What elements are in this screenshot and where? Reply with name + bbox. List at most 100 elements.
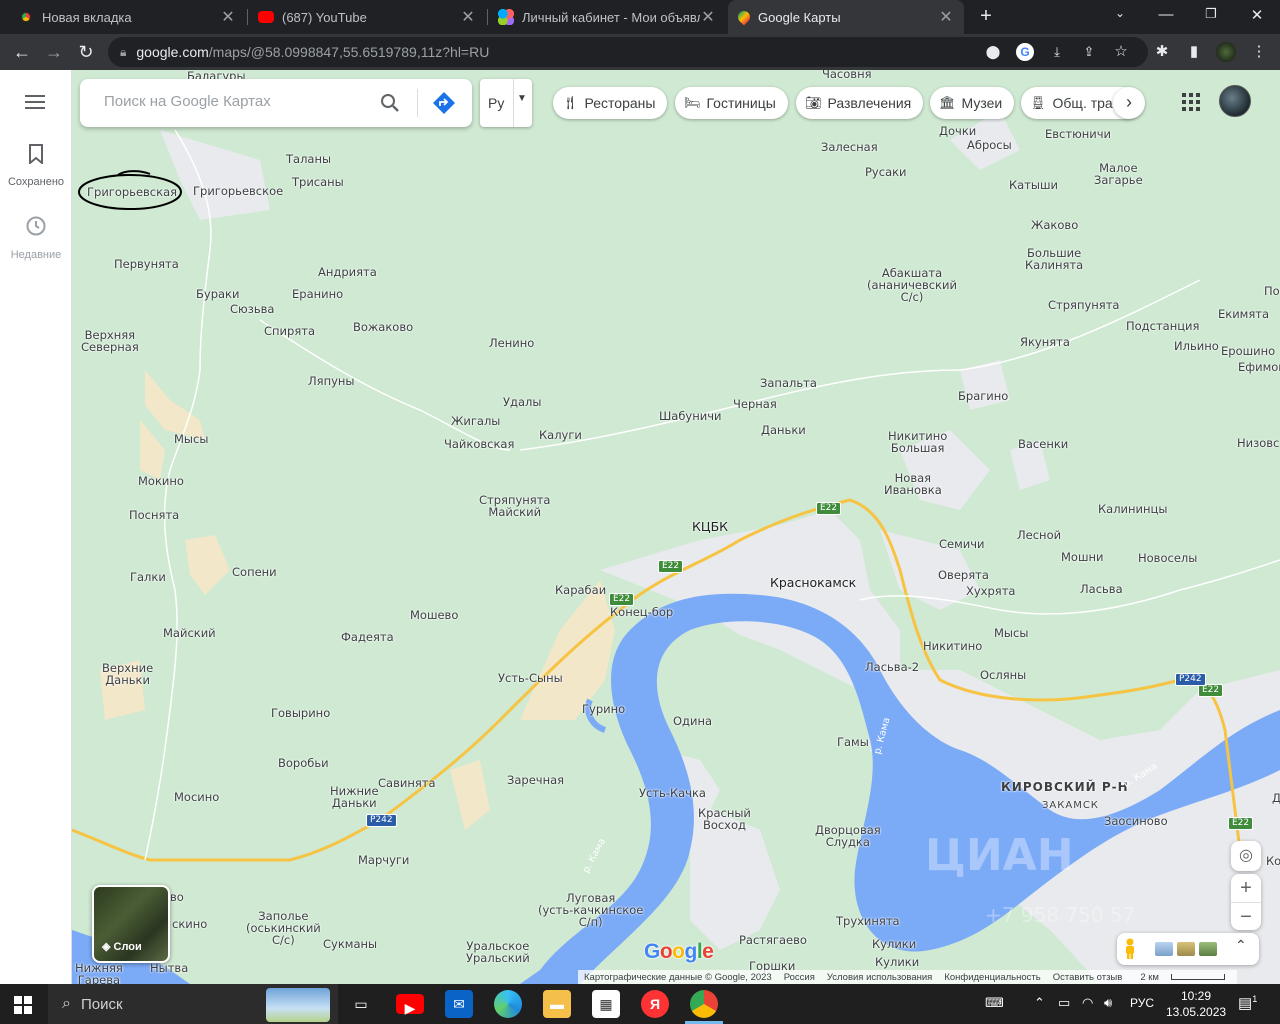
place-label[interactable]: Мошево <box>410 609 458 621</box>
place-label[interactable]: Екимята <box>1218 308 1269 320</box>
chip-restaurants[interactable]: 🍴︎ Рестораны <box>553 87 668 119</box>
place-label[interactable]: Сюзьва <box>230 303 274 315</box>
place-label[interactable]: Ласьва <box>1080 583 1123 595</box>
place-label[interactable]: Чайковская <box>444 438 514 450</box>
layers-button[interactable]: ◈ Слои <box>92 885 170 963</box>
place-label[interactable]: Жигалы <box>451 415 500 427</box>
place-label[interactable]: Часовня <box>822 70 872 80</box>
wifi-icon[interactable]: ◠ <box>1082 995 1093 1011</box>
yandex-icon[interactable]: Я <box>641 990 669 1018</box>
place-label[interactable]: Заречная <box>507 774 564 786</box>
zoom-in-button[interactable]: + <box>1231 874 1261 902</box>
place-label[interactable]: Трисаны <box>292 176 344 188</box>
place-label[interactable]: Новоселы <box>1138 552 1197 564</box>
zoom-out-button[interactable]: − <box>1231 902 1261 930</box>
close-window-icon[interactable]: ✕ <box>1247 6 1267 24</box>
place-label[interactable]: Мысы <box>994 627 1028 639</box>
forward-icon[interactable]: → <box>43 41 65 63</box>
place-label[interactable]: Верхняя Северная <box>81 329 139 353</box>
place-label[interactable]: Жаково <box>1031 219 1078 231</box>
district-label[interactable]: ЗАКАМСК <box>1042 800 1099 812</box>
close-icon[interactable]: ✕ <box>938 7 954 27</box>
place-label[interactable]: Калуги <box>539 429 582 441</box>
back-icon[interactable]: ← <box>11 41 33 63</box>
youtube-icon[interactable]: ▶ <box>396 994 424 1016</box>
place-label[interactable]: Усть-Качка <box>639 787 706 799</box>
place-label[interactable]: Малое Загарье <box>1094 162 1143 186</box>
minimize-icon[interactable]: — <box>1156 6 1176 23</box>
place-label[interactable]: Абакшата (ананичевский С/с) <box>867 267 957 303</box>
place-label[interactable]: Таланы <box>286 153 331 165</box>
place-label[interactable]: Евстюничи <box>1045 128 1111 140</box>
address-bar[interactable]: 🔒︎ google.com/maps/@58.0998847,55.651978… <box>108 37 1148 67</box>
place-label[interactable]: Запальта <box>760 377 817 389</box>
side-panel-icon[interactable]: ▮ <box>1184 42 1204 62</box>
place-label[interactable]: Бураки <box>196 288 239 300</box>
district-label[interactable]: КИРОВСКИЙ Р-Н <box>1001 781 1129 793</box>
place-label[interactable]: Одина <box>673 715 712 727</box>
place-label[interactable]: Якунята <box>1020 336 1070 348</box>
store-icon[interactable]: ▦ <box>592 990 620 1018</box>
place-label[interactable]: Заполье (оськинский С/с) <box>246 910 321 946</box>
place-label[interactable]: Кулики <box>872 938 916 950</box>
place-label[interactable]: Ефимов <box>1238 361 1280 373</box>
place-label[interactable]: Фадеята <box>341 631 394 643</box>
language-indicator[interactable]: РУС <box>1130 996 1154 1010</box>
hamburger-menu-icon[interactable] <box>25 95 45 111</box>
place-label[interactable]: Большие Калинята <box>1025 247 1083 271</box>
tab-google-maps[interactable]: Google Карты ✕ <box>728 0 964 34</box>
sidebar-item-saved[interactable]: Сохранено <box>0 144 72 188</box>
place-label[interactable]: Усть-Сыны <box>498 672 563 684</box>
profile-avatar[interactable] <box>1216 42 1236 62</box>
place-label[interactable]: Воробьи <box>278 757 329 769</box>
place-label[interactable]: Мошни <box>1061 551 1103 563</box>
star-icon[interactable]: ☆ <box>1112 43 1130 61</box>
place-label[interactable]: Луговая (усть-качкинское С/п) <box>538 892 643 928</box>
chevron-down-icon[interactable]: ⌄ <box>1110 6 1130 20</box>
place-label[interactable]: во <box>170 891 184 903</box>
tab-avito[interactable]: Личный кабинет - Мои объявления ✕ <box>488 0 726 34</box>
place-label[interactable]: Ленино <box>489 337 534 349</box>
chrome-icon[interactable] <box>690 990 718 1018</box>
chip-entertainment[interactable]: 📷︎ Развлечения <box>796 87 924 119</box>
scale-indicator[interactable]: 2 км <box>1134 972 1231 983</box>
close-icon[interactable]: ✕ <box>700 7 716 27</box>
place-label[interactable]: Стряпунята <box>1048 299 1119 311</box>
place-label[interactable]: Сопени <box>232 566 277 578</box>
place-label[interactable]: Уральское Уральский <box>466 940 530 964</box>
place-label[interactable]: Растягаево <box>739 934 807 946</box>
place-label[interactable]: Даньки <box>761 424 806 436</box>
account-avatar[interactable] <box>1219 85 1251 117</box>
language-select[interactable]: Ру ▼ <box>480 79 532 127</box>
place-label[interactable]: Лесной <box>1017 529 1061 541</box>
privacy-link[interactable]: Конфиденциальность <box>944 972 1040 983</box>
install-icon[interactable]: ⤓ <box>1048 43 1066 61</box>
place-label[interactable]: Сукманы <box>323 938 377 950</box>
place-label[interactable]: скино <box>172 918 207 930</box>
place-label[interactable]: Залесная <box>821 141 878 153</box>
chevron-right-icon[interactable]: › <box>1113 87 1145 119</box>
place-label[interactable]: Оверята <box>938 569 989 581</box>
place-label[interactable]: Григорьевская <box>87 186 177 198</box>
place-label[interactable]: Ко <box>1266 855 1280 867</box>
maps-viewport[interactable]: Балагуры Часовня Григорьевская Григорьев… <box>0 70 1280 984</box>
search-input[interactable] <box>104 93 374 110</box>
place-label[interactable]: Карабаи <box>555 584 606 596</box>
chip-hotels[interactable]: 🛏︎ Гостиницы <box>675 87 788 119</box>
share-icon[interactable]: ⇪ <box>1080 43 1098 61</box>
location-icon[interactable]: ⬤ <box>984 43 1002 61</box>
my-location-icon[interactable]: ◎ <box>1231 841 1261 871</box>
place-label[interactable]: Удалы <box>503 396 541 408</box>
edge-icon[interactable] <box>494 990 522 1018</box>
imagery-thumbnail[interactable] <box>1199 942 1217 956</box>
taskview-icon[interactable]: ▭ <box>347 990 375 1018</box>
place-label[interactable]: Марчуги <box>358 854 409 866</box>
place-label[interactable]: Конец-бор <box>610 606 673 618</box>
terms-link[interactable]: Условия использования <box>827 972 932 983</box>
reload-icon[interactable]: ↻ <box>75 41 97 63</box>
google-lens-icon[interactable]: G <box>1016 43 1034 61</box>
place-label[interactable]: Нытва <box>150 962 188 974</box>
imagery-thumbnail[interactable] <box>1177 942 1195 956</box>
place-label[interactable]: Савинята <box>378 777 436 789</box>
place-label[interactable]: Майский <box>163 627 216 639</box>
